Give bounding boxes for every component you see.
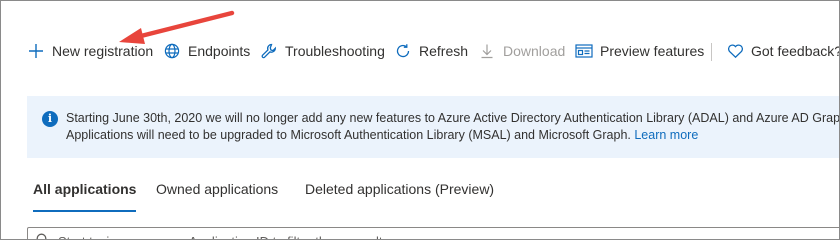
command-bar: New registration Endpoints Troubleshooti… [1,35,840,67]
banner-line-2: Applications will need to be upgraded to… [66,127,839,144]
new-registration-label: New registration [52,43,154,59]
tab-all-applications[interactable]: All applications [33,181,137,212]
refresh-label: Refresh [419,43,469,59]
tab-label: Deleted applications (Preview) [305,181,495,197]
heart-icon [726,42,744,60]
info-banner: i Starting June 30th, 2020 we will no lo… [27,96,840,158]
preview-features-icon [575,42,593,60]
learn-more-link[interactable]: Learn more [634,128,698,142]
search-box [27,227,839,239]
preview-features-label: Preview features [600,43,705,59]
got-feedback-button[interactable]: Got feedback? [726,35,840,67]
active-tab-indicator [33,210,137,212]
new-registration-button[interactable]: New registration [27,35,153,67]
got-feedback-label: Got feedback? [751,43,840,59]
plus-icon [27,42,45,60]
wrench-icon [260,42,278,60]
preview-features-button[interactable]: Preview features [575,35,704,67]
download-label: Download [503,43,566,59]
globe-icon [163,42,181,60]
tab-owned-applications[interactable]: Owned applications [156,181,278,211]
refresh-button[interactable]: Refresh [394,35,468,67]
tab-label: All applications [33,181,137,197]
info-icon: i [42,111,58,127]
search-icon [36,233,50,239]
troubleshooting-label: Troubleshooting [285,43,385,59]
search-input[interactable] [58,230,758,239]
banner-line-2-text: Applications will need to be upgraded to… [66,128,631,142]
download-icon [478,42,496,60]
endpoints-label: Endpoints [188,43,251,59]
endpoints-button[interactable]: Endpoints [163,35,250,67]
banner-line-1: Starting June 30th, 2020 we will no long… [66,111,840,125]
download-button[interactable]: Download [478,35,565,67]
refresh-icon [394,42,412,60]
banner-message: Starting June 30th, 2020 we will no long… [66,110,840,144]
troubleshooting-button[interactable]: Troubleshooting [260,35,385,67]
toolbar-divider [711,43,712,61]
tab-deleted-applications[interactable]: Deleted applications (Preview) [305,181,494,211]
tab-label: Owned applications [156,181,279,197]
app-registrations-page: New registration Endpoints Troubleshooti… [0,0,840,240]
